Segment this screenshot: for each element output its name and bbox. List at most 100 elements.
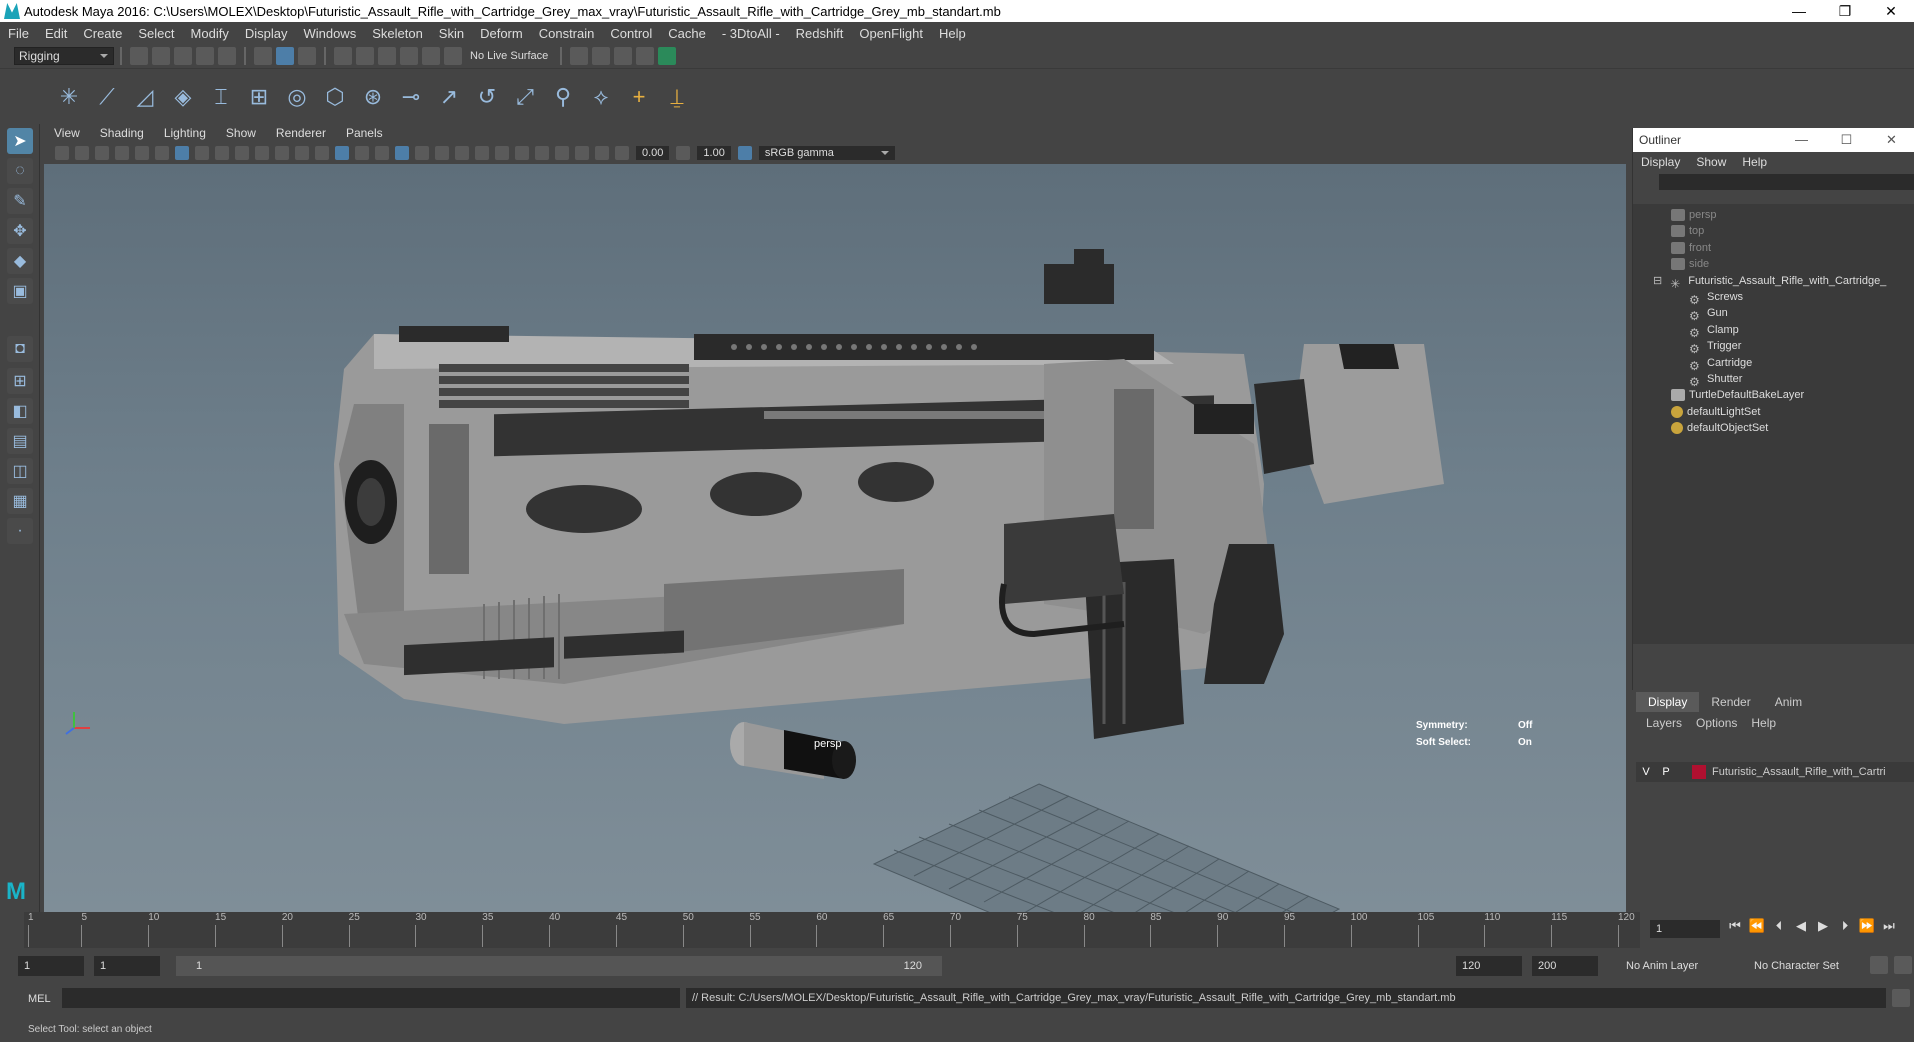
go-to-start-button[interactable]: ⏮ bbox=[1724, 918, 1746, 934]
anim-layer-dropdown[interactable]: No Anim Layer bbox=[1620, 956, 1736, 976]
character-set-dropdown[interactable]: No Character Set bbox=[1748, 956, 1864, 976]
menu-select[interactable]: Select bbox=[130, 26, 182, 41]
snap-surface-icon[interactable] bbox=[422, 47, 440, 65]
menu-modify[interactable]: Modify bbox=[183, 26, 237, 41]
viewport-menu-renderer[interactable]: Renderer bbox=[266, 126, 336, 140]
minimize-button[interactable]: — bbox=[1776, 0, 1822, 22]
playback-start-field[interactable]: 1 bbox=[94, 956, 160, 976]
depth-of-field-icon[interactable] bbox=[515, 146, 529, 160]
textured-icon[interactable] bbox=[395, 146, 409, 160]
anim-prefs-icon[interactable] bbox=[1870, 956, 1888, 974]
script-editor-icon[interactable] bbox=[1892, 989, 1910, 1007]
menu-windows[interactable]: Windows bbox=[295, 26, 364, 41]
command-input[interactable] bbox=[62, 988, 680, 1008]
outliner-item[interactable]: defaultLightSet bbox=[1671, 403, 1760, 421]
scale-constraint-icon[interactable]: ⤢ bbox=[510, 82, 540, 112]
layer-menu-help[interactable]: Help bbox=[1751, 716, 1776, 730]
outliner-search-field[interactable] bbox=[1659, 174, 1914, 190]
cluster-icon[interactable]: ⊛ bbox=[358, 82, 388, 112]
render-settings-icon[interactable] bbox=[570, 47, 589, 65]
outliner-menu-display[interactable]: Display bbox=[1641, 155, 1680, 169]
redo-icon[interactable] bbox=[218, 47, 236, 65]
menu-set-selector[interactable]: Rigging bbox=[14, 47, 114, 65]
playback-end-field[interactable]: 120 bbox=[1456, 956, 1522, 976]
viewport-menu-panels[interactable]: Panels bbox=[336, 126, 393, 140]
ik-handle-icon[interactable]: ⟋ bbox=[92, 82, 122, 112]
image-plane-icon[interactable] bbox=[115, 146, 129, 160]
outliner-item[interactable]: persp bbox=[1671, 206, 1717, 224]
layer-tab-display[interactable]: Display bbox=[1636, 692, 1700, 712]
outliner-minimize-button[interactable]: — bbox=[1779, 132, 1824, 148]
bind-skin-icon[interactable]: ⊞ bbox=[244, 82, 274, 112]
film-gate-icon[interactable] bbox=[195, 146, 209, 160]
close-button[interactable]: ✕ bbox=[1868, 0, 1914, 22]
2d-pan-zoom-icon[interactable] bbox=[135, 146, 149, 160]
auto-key-icon[interactable] bbox=[1894, 956, 1912, 974]
color-management-icon[interactable] bbox=[737, 146, 752, 160]
wireframe-icon[interactable] bbox=[315, 146, 329, 160]
select-tool-icon[interactable]: ➤ bbox=[7, 128, 33, 154]
start-time-field[interactable]: 1 bbox=[18, 956, 84, 976]
point-constraint-icon[interactable]: ⊸ bbox=[396, 82, 426, 112]
menu-constrain[interactable]: Constrain bbox=[531, 26, 603, 41]
safe-action-icon[interactable] bbox=[275, 146, 289, 160]
paint-select-tool-icon[interactable]: ✎ bbox=[7, 188, 33, 214]
outliner-item[interactable]: TurtleDefaultBakeLayer bbox=[1671, 386, 1804, 404]
screen-space-ao-icon[interactable] bbox=[455, 146, 469, 160]
outliner-item[interactable]: front bbox=[1671, 239, 1711, 257]
menu-deform[interactable]: Deform bbox=[472, 26, 531, 41]
smooth-shade-icon[interactable] bbox=[335, 146, 349, 160]
outliner-close-button[interactable]: ✕ bbox=[1869, 132, 1914, 148]
default-material-icon[interactable] bbox=[355, 146, 369, 160]
new-scene-icon[interactable] bbox=[130, 47, 148, 65]
layer-tab-render[interactable]: Render bbox=[1699, 692, 1762, 712]
layer-visibility-toggle[interactable]: V bbox=[1636, 766, 1656, 778]
single-perspective-layout-icon[interactable]: ◘ bbox=[7, 336, 33, 362]
outliner-item[interactable]: ⊟ ✳ Futuristic_Assault_Rifle_with_Cartridg… bbox=[1653, 272, 1886, 291]
menu-skin[interactable]: Skin bbox=[431, 26, 472, 41]
snap-curve-icon[interactable] bbox=[356, 47, 374, 65]
outliner-item[interactable]: defaultObjectSet bbox=[1671, 419, 1768, 437]
step-back-frame-button[interactable]: ⏴ bbox=[1768, 918, 1790, 934]
outliner-item[interactable]: ⚙ Shutter bbox=[1689, 370, 1742, 389]
camera-attributes-icon[interactable] bbox=[75, 146, 89, 160]
scale-tool-icon[interactable]: ▣ bbox=[7, 278, 33, 304]
render-view-icon[interactable] bbox=[636, 47, 655, 65]
gate-mask-icon[interactable] bbox=[235, 146, 249, 160]
parent-constraint-icon[interactable]: ⚲ bbox=[548, 82, 578, 112]
menu-skeleton[interactable]: Skeleton bbox=[364, 26, 431, 41]
render-current-icon[interactable] bbox=[592, 47, 611, 65]
rotate-tool-icon[interactable]: ◆ bbox=[7, 248, 33, 274]
lasso-tool-icon[interactable]: ◌ bbox=[7, 158, 33, 184]
layer-menu-options[interactable]: Options bbox=[1696, 716, 1737, 730]
current-frame-field[interactable]: 1 bbox=[1650, 920, 1720, 938]
wireframe-on-shaded-icon[interactable] bbox=[375, 146, 389, 160]
layer-color-swatch[interactable] bbox=[1692, 765, 1706, 779]
safe-title-icon[interactable] bbox=[295, 146, 309, 160]
outliner-item[interactable]: top bbox=[1671, 222, 1704, 240]
four-view-layout-icon[interactable]: ⊞ bbox=[7, 368, 33, 394]
outliner-item[interactable]: side bbox=[1671, 255, 1709, 273]
menu-openflight[interactable]: OpenFlight bbox=[851, 26, 931, 41]
step-forward-key-button[interactable]: ⏩ bbox=[1856, 918, 1878, 934]
script-language-toggle[interactable]: MEL bbox=[28, 993, 51, 1005]
viewport-menu-shading[interactable]: Shading bbox=[90, 126, 154, 140]
outliner-item[interactable]: ⚙ Trigger bbox=[1689, 337, 1741, 356]
move-tool-icon[interactable]: ✥ bbox=[7, 218, 33, 244]
resolution-gate-icon[interactable] bbox=[215, 146, 229, 160]
select-hierarchy-icon[interactable] bbox=[254, 47, 272, 65]
outliner-item[interactable]: ⚙ Cartridge bbox=[1689, 354, 1752, 373]
persp-graph-layout-icon[interactable]: ▤ bbox=[7, 428, 33, 454]
persp-outliner-layout-icon[interactable]: ◧ bbox=[7, 398, 33, 424]
aim-constraint-icon[interactable]: ↗ bbox=[434, 82, 464, 112]
grease-pencil-icon[interactable] bbox=[155, 146, 169, 160]
xray-active-icon[interactable] bbox=[575, 146, 589, 160]
more-layouts-icon[interactable]: · bbox=[7, 518, 33, 544]
bookmark-icon[interactable] bbox=[95, 146, 109, 160]
hypershade-layout-icon[interactable]: ◫ bbox=[7, 458, 33, 484]
ik-spline-icon[interactable]: ◿ bbox=[130, 82, 160, 112]
outliner-menu-show[interactable]: Show bbox=[1696, 155, 1726, 169]
go-to-end-button[interactable]: ⏭ bbox=[1878, 918, 1900, 934]
open-scene-icon[interactable] bbox=[152, 47, 170, 65]
mirror-joint-icon[interactable]: ◈ bbox=[168, 82, 198, 112]
